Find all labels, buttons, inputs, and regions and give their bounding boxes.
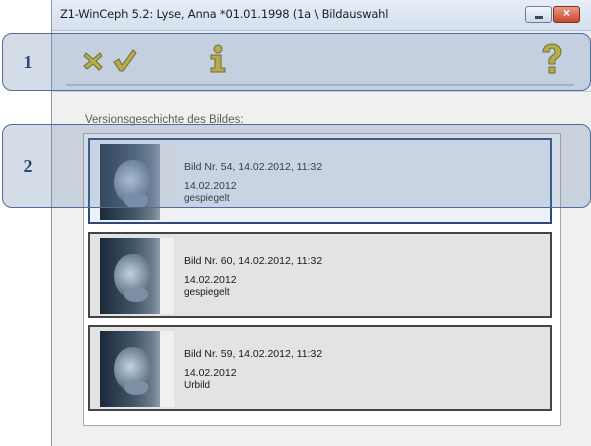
callout-2: 2 — [2, 124, 591, 208]
close-button[interactable]: × — [553, 6, 580, 23]
minimize-icon — [535, 16, 543, 19]
callout-1: 1 — [2, 33, 591, 91]
close-icon: × — [562, 6, 570, 20]
image-date: 14.02.2012 — [184, 367, 237, 379]
image-status: gespiegelt — [184, 287, 230, 298]
image-title: Bild Nr. 60, 14.02.2012, 11:32 — [184, 255, 323, 267]
window-title: Z1-WinCeph 5.2: Lyse, Anna *01.01.1998 (… — [60, 7, 389, 21]
xray-thumbnail — [100, 238, 174, 314]
minimize-button[interactable] — [525, 6, 552, 23]
image-status: Urbild — [184, 380, 211, 391]
list-item[interactable]: Bild Nr. 60, 14.02.2012, 11:32 14.02.201… — [88, 232, 552, 318]
title-bar: Z1-WinCeph 5.2: Lyse, Anna *01.01.1998 (… — [52, 0, 591, 31]
xray-thumbnail — [100, 331, 174, 407]
image-date: 14.02.2012 — [184, 274, 237, 286]
image-title: Bild Nr. 59, 14.02.2012, 11:32 — [184, 348, 323, 360]
callout-number: 1 — [23, 51, 33, 72]
callout-number: 2 — [23, 155, 33, 176]
list-item[interactable]: Bild Nr. 59, 14.02.2012, 11:32 14.02.201… — [88, 325, 552, 411]
